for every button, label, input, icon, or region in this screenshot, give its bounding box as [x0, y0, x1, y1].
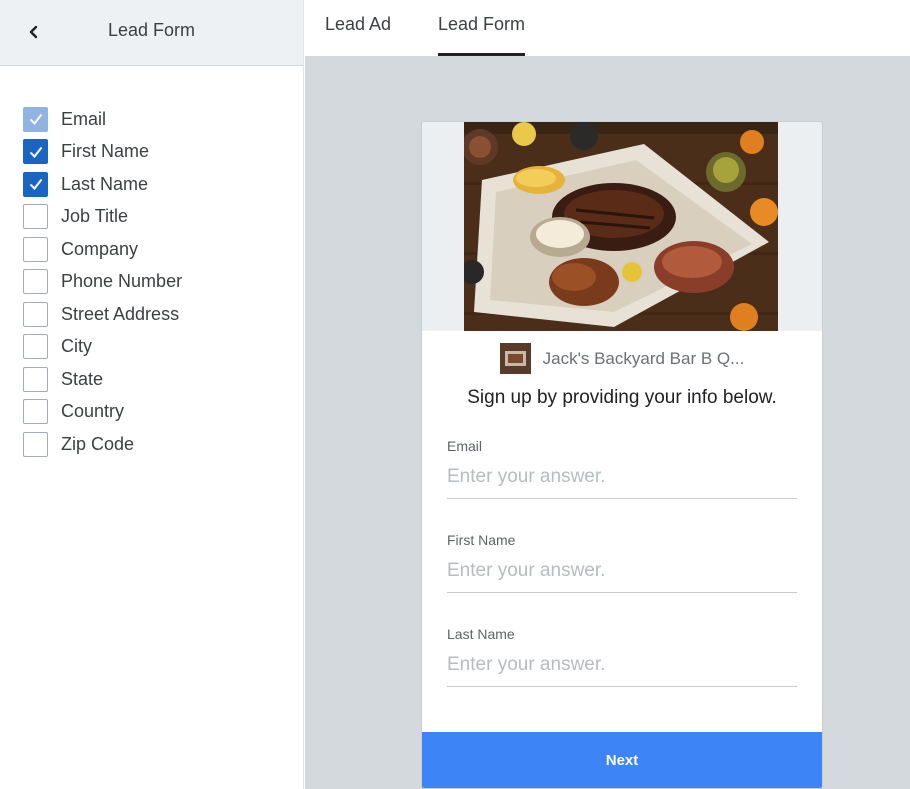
tab-lead-ad[interactable]: Lead Ad — [325, 14, 391, 56]
field-item-last-name[interactable]: Last Name — [23, 168, 182, 201]
checkbox[interactable] — [23, 204, 48, 230]
question-label: Last Name — [447, 626, 515, 642]
checkbox[interactable] — [23, 269, 48, 295]
field-label: Zip Code — [61, 433, 135, 454]
sidebar-title: Lead Form — [107, 20, 196, 40]
field-item-email[interactable]: Email — [23, 103, 182, 136]
check-icon — [29, 179, 42, 191]
field-sidebar: Lead Form Email First Name Last Name Job… — [0, 0, 304, 789]
brand-avatar — [499, 343, 531, 374]
tab-lead-form[interactable]: Lead Form — [438, 14, 526, 56]
field-label: Phone Number — [61, 271, 183, 292]
field-label: First Name — [61, 141, 150, 162]
field-item-country[interactable]: Country — [23, 396, 182, 429]
checkbox[interactable] — [23, 236, 48, 262]
next-button[interactable]: Next — [422, 732, 822, 788]
field-item-street-address[interactable]: Street Address — [23, 298, 182, 331]
field-label: Country — [61, 401, 125, 422]
checkbox[interactable] — [23, 431, 48, 457]
check-icon — [29, 146, 42, 158]
checkbox[interactable] — [23, 366, 48, 392]
field-item-job-title[interactable]: Job Title — [23, 201, 182, 234]
field-label: Email — [61, 108, 107, 129]
checkbox[interactable] — [23, 171, 48, 197]
checkbox[interactable] — [23, 106, 48, 132]
form-tagline: Sign up by providing your info below. — [467, 387, 777, 408]
answer-input[interactable]: Enter your answer. — [447, 466, 797, 499]
lead-form-preview-card: Jack's Backyard Bar B Q... Sign up by pr… — [421, 121, 823, 789]
answer-input[interactable]: Enter your answer. — [447, 654, 797, 687]
field-label: Street Address — [61, 303, 180, 324]
field-label: City — [61, 336, 92, 357]
field-label: Job Title — [61, 206, 129, 227]
bbq-food-image — [464, 122, 778, 331]
question-last-name: Last Name Enter your answer. — [447, 626, 797, 687]
check-icon — [29, 114, 42, 126]
preview-area: Lead Ad Lead Form Jack's Backyard Bar B … — [305, 0, 910, 789]
field-item-company[interactable]: Company — [23, 233, 182, 266]
field-label: Last Name — [61, 173, 149, 194]
field-item-first-name[interactable]: First Name — [23, 136, 182, 169]
answer-input[interactable]: Enter your answer. — [447, 560, 797, 593]
question-email: Email Enter your answer. — [447, 438, 797, 499]
checkbox[interactable] — [23, 301, 48, 327]
hero-image-frame — [422, 122, 822, 331]
field-label: Company — [61, 238, 139, 259]
question-label: Email — [447, 438, 483, 454]
field-item-city[interactable]: City — [23, 331, 182, 364]
field-item-phone-number[interactable]: Phone Number — [23, 266, 182, 299]
field-checkbox-list: Email First Name Last Name Job Title Com… — [23, 103, 182, 461]
tab-bar: Lead Ad Lead Form — [305, 0, 910, 56]
brand-row: Jack's Backyard Bar B Q... — [422, 343, 822, 374]
checkbox[interactable] — [23, 334, 48, 360]
field-item-state[interactable]: State — [23, 363, 182, 396]
sidebar-header: Lead Form — [0, 0, 303, 66]
brand-name: Jack's Backyard Bar B Q... — [542, 348, 745, 368]
field-label: State — [61, 368, 104, 389]
checkbox[interactable] — [23, 139, 48, 165]
question-first-name: First Name Enter your answer. — [447, 532, 797, 593]
field-item-zip-code[interactable]: Zip Code — [23, 428, 182, 461]
checkbox[interactable] — [23, 399, 48, 425]
question-label: First Name — [447, 532, 516, 548]
